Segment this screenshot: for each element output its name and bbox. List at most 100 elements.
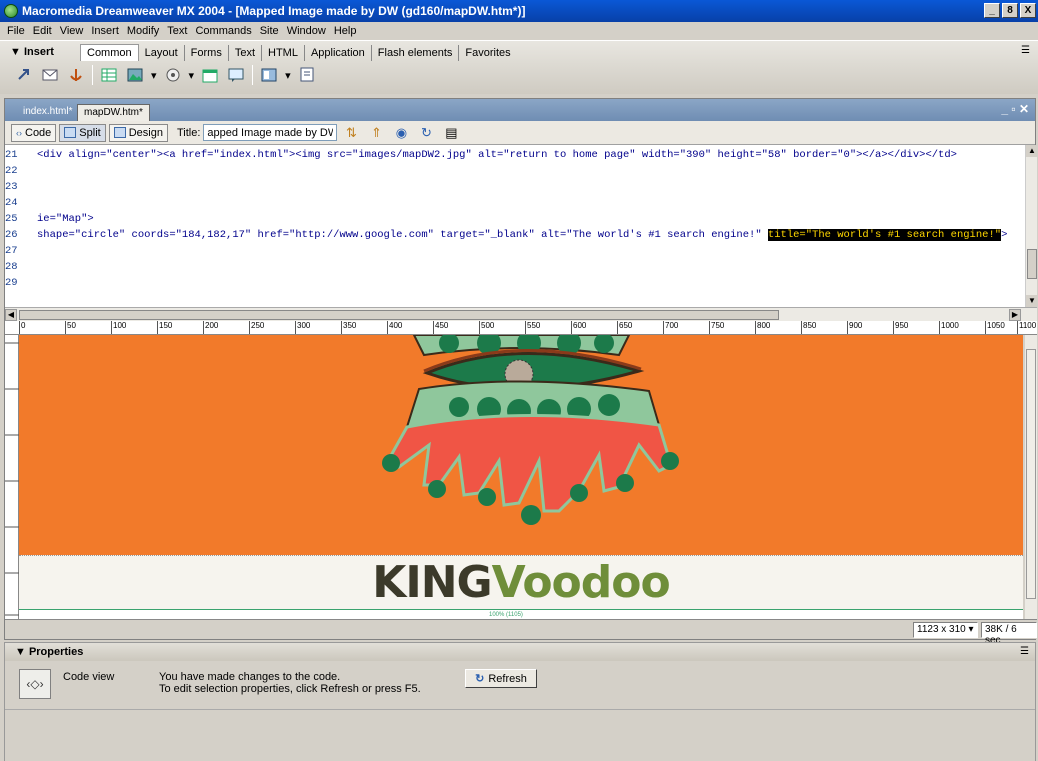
refresh-design-view-icon[interactable]: ↻ xyxy=(415,124,437,142)
date-icon[interactable] xyxy=(200,65,220,85)
kingvoodoo-header-image[interactable] xyxy=(19,335,1023,555)
email-link-icon[interactable] xyxy=(40,65,60,85)
tab-html[interactable]: HTML xyxy=(262,44,305,61)
tab-layout[interactable]: Layout xyxy=(139,44,185,61)
named-anchor-icon[interactable] xyxy=(66,65,86,85)
document-toolbar: ‹› Code Split Design Title: ⇅ ⇑ ◉ ↻ ▤ xyxy=(5,121,1035,145)
templates-icon[interactable] xyxy=(259,65,279,85)
window-size-dropdown[interactable]: 1123 x 310 ▾ xyxy=(913,622,978,638)
tab-text[interactable]: Text xyxy=(229,44,263,61)
properties-header[interactable]: ▼ Properties xyxy=(5,643,1035,661)
line-number: 27 xyxy=(5,245,18,257)
code-line[interactable]: 24 xyxy=(5,195,1025,211)
table-icon[interactable] xyxy=(99,65,119,85)
menu-modify[interactable]: Modify xyxy=(124,22,164,40)
dropdown-arrow-icon[interactable]: ▾ xyxy=(189,69,195,82)
dropdown-arrow-icon[interactable]: ▾ xyxy=(151,69,157,82)
ruler-mark: 400 xyxy=(387,321,402,334)
menu-view[interactable]: View xyxy=(57,22,89,40)
ruler-mark: 0 xyxy=(19,321,25,334)
ruler-mark: 550 xyxy=(525,321,540,334)
download-size: 38K / 6 sec xyxy=(981,622,1037,646)
code-text: <div align="center"><a href="index.html"… xyxy=(37,149,957,161)
minimize-button[interactable]: _ xyxy=(984,3,1000,18)
ruler-mark: 800 xyxy=(755,321,770,334)
media-icon[interactable] xyxy=(163,65,183,85)
ruler-mark: 50 xyxy=(65,321,76,334)
refresh-instructions: To edit selection properties, click Refr… xyxy=(159,683,421,695)
menu-text[interactable]: Text xyxy=(164,22,192,40)
code-line[interactable]: 27 xyxy=(5,243,1025,259)
ruler-mark: 1000 xyxy=(939,321,959,334)
changes-message: You have made changes to the code. xyxy=(159,671,341,683)
tag-chooser-icon[interactable] xyxy=(297,65,317,85)
scroll-right-icon[interactable]: ▶ xyxy=(1009,309,1021,321)
menu-commands[interactable]: Commands xyxy=(192,22,256,40)
properties-empty-area xyxy=(5,709,1035,761)
maximize-button[interactable]: 8 xyxy=(1002,3,1018,18)
menu-site[interactable]: Site xyxy=(257,22,284,40)
scroll-up-icon[interactable]: ▲ xyxy=(1026,145,1038,157)
menu-help[interactable]: Help xyxy=(331,22,362,40)
code-line[interactable]: 28 xyxy=(5,259,1025,275)
ruler-mark: 750 xyxy=(709,321,724,334)
menu-insert[interactable]: Insert xyxy=(88,22,124,40)
design-pane[interactable]: KING Voodoo 100% (1105) xyxy=(19,335,1023,619)
code-view-label: Code xyxy=(25,126,52,139)
code-line[interactable]: 29 xyxy=(5,275,1025,291)
menu-file[interactable]: File xyxy=(4,22,30,40)
doc-tab-mapdw[interactable]: mapDW.htm* xyxy=(77,104,150,121)
dropdown-arrow-icon[interactable]: ▾ xyxy=(285,69,291,82)
code-view-button[interactable]: ‹› Code xyxy=(11,123,57,142)
view-options-icon[interactable]: ▤ xyxy=(440,124,462,142)
ruler-mark: 450 xyxy=(433,321,448,334)
logo-band[interactable]: KING Voodoo xyxy=(19,555,1023,609)
scroll-thumb[interactable] xyxy=(1027,249,1037,279)
line-number: 23 xyxy=(5,181,18,193)
insert-bar-header[interactable]: ▼ Insert xyxy=(10,46,54,58)
tab-forms[interactable]: Forms xyxy=(185,44,229,61)
code-line[interactable]: 26 shape="circle" coords="184,182,17" hre… xyxy=(5,227,1025,243)
code-text: > xyxy=(1001,229,1008,241)
preview-in-browser-icon[interactable]: ◉ xyxy=(390,124,412,142)
design-vertical-scrollbar[interactable] xyxy=(1025,335,1037,619)
tab-flash-elements[interactable]: Flash elements xyxy=(372,44,460,61)
insert-bar-tabs: Common Layout Forms Text HTML Applicatio… xyxy=(80,44,517,61)
design-view-button[interactable]: Design xyxy=(108,123,168,142)
browser-check-icon[interactable]: ⇑ xyxy=(365,124,387,142)
ruler-mark: 900 xyxy=(847,321,862,334)
selected-code: title="The world's #1 search engine!" xyxy=(767,229,1002,241)
scroll-left-icon[interactable]: ◀ xyxy=(5,309,17,321)
code-line[interactable]: 22 xyxy=(5,163,1025,179)
image-icon[interactable] xyxy=(125,65,145,85)
tab-common[interactable]: Common xyxy=(80,44,139,61)
document-window-controls[interactable]: _ ▫ ✕ xyxy=(1001,102,1029,116)
logo-king-text: KING xyxy=(372,557,492,608)
file-management-icon[interactable]: ⇅ xyxy=(340,124,362,142)
code-view-label: Code view xyxy=(63,671,115,683)
code-line[interactable]: 21 <div align="center"><a href="index.htm… xyxy=(5,147,1025,163)
code-line[interactable]: 23 xyxy=(5,179,1025,195)
hyperlink-icon[interactable] xyxy=(14,65,34,85)
menu-window[interactable]: Window xyxy=(284,22,331,40)
ruler-mark: 250 xyxy=(249,321,264,334)
code-vertical-scrollbar[interactable]: ▲ ▼ xyxy=(1025,145,1038,307)
scroll-thumb[interactable] xyxy=(1026,349,1036,599)
insert-bar-options-icon[interactable]: ☰ xyxy=(1021,45,1030,56)
doc-tab-index[interactable]: index.html* xyxy=(17,104,78,121)
tab-application[interactable]: Application xyxy=(305,44,372,61)
close-button[interactable]: X xyxy=(1020,3,1036,18)
scroll-down-icon[interactable]: ▼ xyxy=(1026,295,1038,307)
tab-favorites[interactable]: Favorites xyxy=(459,45,516,61)
split-view-button[interactable]: Split xyxy=(59,123,106,142)
page-title-input[interactable] xyxy=(203,124,338,141)
comment-icon[interactable] xyxy=(226,65,246,85)
code-line[interactable]: 25 ie="Map"> xyxy=(5,211,1025,227)
vertical-ruler xyxy=(5,335,19,619)
code-horizontal-scrollbar[interactable]: ◀ ▶ xyxy=(5,307,1037,321)
refresh-button[interactable]: ↻ Refresh xyxy=(465,669,537,688)
code-pane[interactable]: 21 <div align="center"><a href="index.htm… xyxy=(5,145,1025,307)
properties-options-icon[interactable]: ☰ xyxy=(1020,646,1029,657)
menu-edit[interactable]: Edit xyxy=(30,22,57,40)
scroll-thumb[interactable] xyxy=(19,310,779,320)
